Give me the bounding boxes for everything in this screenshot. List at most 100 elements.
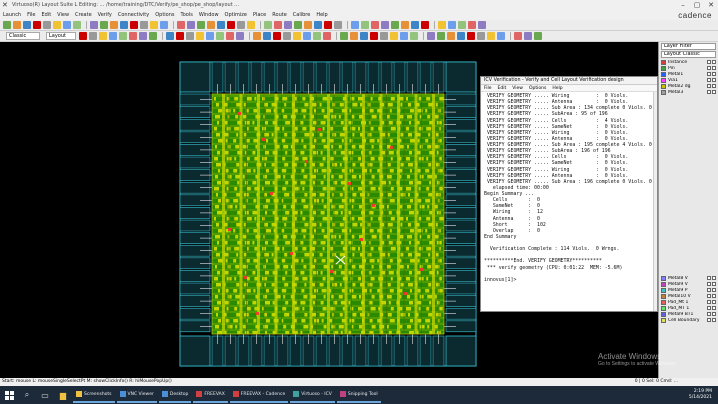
toolbar-tool-icon[interactable]: [196, 32, 204, 40]
toolbar-tool-icon[interactable]: [514, 32, 522, 40]
toolbar-tool-icon[interactable]: [293, 32, 301, 40]
taskbar-item-vnc[interactable]: VNC Viewer: [116, 387, 157, 403]
palette-mode-select[interactable]: Layout Classic: [661, 51, 716, 58]
toolbar-tool-icon[interactable]: [401, 21, 409, 29]
toolbar-tool-icon[interactable]: [237, 21, 245, 29]
toolbar-tool-icon[interactable]: [197, 21, 205, 29]
menu-file[interactable]: File: [24, 12, 38, 18]
toolbar-tool-icon[interactable]: [400, 32, 408, 40]
menu-view[interactable]: View: [54, 12, 72, 18]
toolbar-tool-icon[interactable]: [63, 21, 71, 29]
toolbar-tool-icon[interactable]: [421, 21, 429, 29]
toolbar-tool-icon[interactable]: [390, 32, 398, 40]
toolbar-tool-icon[interactable]: [361, 21, 369, 29]
toolbar-tool-icon[interactable]: [370, 32, 378, 40]
toolbar-tool-icon[interactable]: [186, 32, 194, 40]
toolbar-tool-icon[interactable]: [130, 21, 138, 29]
menu-place[interactable]: Place: [250, 12, 269, 18]
taskbar-item-screenshots[interactable]: Screenshots: [73, 387, 115, 403]
toolbar-tool-icon[interactable]: [263, 32, 271, 40]
toolbar-tool-icon[interactable]: [110, 21, 118, 29]
toolbar-tool-icon[interactable]: [448, 21, 456, 29]
toolbar-tool-icon[interactable]: [314, 21, 322, 29]
toolbar-tool-icon[interactable]: [90, 21, 98, 29]
toolbar-tool-icon[interactable]: [166, 32, 174, 40]
toolbar-tool-icon[interactable]: [149, 32, 157, 40]
palette-layer-row[interactable]: Cell Boundary: [661, 317, 716, 323]
maximize-button[interactable]: ▢: [690, 1, 704, 9]
log-menu-file[interactable]: File: [484, 85, 492, 91]
toolbar-tool-icon[interactable]: [23, 21, 31, 29]
layer-field[interactable]: Layout: [46, 32, 76, 40]
toolbar-tool-icon[interactable]: [53, 21, 61, 29]
toolbar-tool-icon[interactable]: [350, 32, 358, 40]
menu-launch[interactable]: Launch: [0, 12, 24, 18]
layer-filter-input[interactable]: Layer Filter: [661, 43, 716, 50]
toolbar-tool-icon[interactable]: [381, 21, 389, 29]
file-explorer-icon[interactable]: ▆: [56, 388, 70, 402]
toolbar-tool-icon[interactable]: [236, 32, 244, 40]
toolbar-tool-icon[interactable]: [79, 32, 87, 40]
toolbar-tool-icon[interactable]: [334, 21, 342, 29]
toolbar-tool-icon[interactable]: [447, 32, 455, 40]
toolbar-tool-icon[interactable]: [371, 21, 379, 29]
taskbar-item-snipping[interactable]: Snipping Tool: [336, 387, 381, 403]
toolbar-tool-icon[interactable]: [457, 32, 465, 40]
toolbar-tool-icon[interactable]: [33, 21, 41, 29]
toolbar-tool-icon[interactable]: [478, 21, 486, 29]
toolbar-tool-icon[interactable]: [487, 32, 495, 40]
toolbar-tool-icon[interactable]: [458, 21, 466, 29]
minimize-button[interactable]: –: [676, 1, 690, 9]
toolbar-tool-icon[interactable]: [109, 32, 117, 40]
toolbar-tool-icon[interactable]: [313, 32, 321, 40]
menu-help[interactable]: Help: [313, 12, 330, 18]
menu-connectivity[interactable]: Connectivity: [115, 12, 152, 18]
toolbar-tool-icon[interactable]: [3, 21, 11, 29]
toolbar-tool-icon[interactable]: [438, 21, 446, 29]
toolbar-tool-icon[interactable]: [13, 21, 21, 29]
toolbar-tool-icon[interactable]: [304, 21, 312, 29]
toolbar-tool-icon[interactable]: [99, 32, 107, 40]
toolbar-tool-icon[interactable]: [410, 32, 418, 40]
toolbar-tool-icon[interactable]: [247, 21, 255, 29]
log-menu-view[interactable]: View: [512, 85, 523, 91]
toolbar-tool-icon[interactable]: [360, 32, 368, 40]
toolbar-tool-icon[interactable]: [294, 21, 302, 29]
toolbar-tool-icon[interactable]: [177, 21, 185, 29]
toolbar-tool-icon[interactable]: [73, 21, 81, 29]
toolbar-tool-icon[interactable]: [468, 21, 476, 29]
log-text-area[interactable]: VERIFY GEOMETRY ..... Wiring : 0 Viols. …: [481, 92, 657, 311]
task-view-icon[interactable]: ▭: [38, 388, 52, 402]
taskbar-item-freevax-cadence[interactable]: FREEVAX - Cadence: [229, 387, 289, 403]
log-menu-help[interactable]: Help: [552, 85, 562, 91]
toolbar-tool-icon[interactable]: [274, 21, 282, 29]
start-button[interactable]: [0, 386, 18, 404]
log-scrollbar[interactable]: [653, 92, 657, 311]
toolbar-tool-icon[interactable]: [140, 21, 148, 29]
toolbar-tool-icon[interactable]: [467, 32, 475, 40]
toolbar-tool-icon[interactable]: [217, 21, 225, 29]
taskbar-item-freevax[interactable]: FREEVAX: [193, 387, 228, 403]
toolbar-tool-icon[interactable]: [324, 21, 332, 29]
menu-route[interactable]: Route: [269, 12, 290, 18]
toolbar-tool-icon[interactable]: [323, 32, 331, 40]
toolbar-tool-icon[interactable]: [160, 21, 168, 29]
toolbar-tool-icon[interactable]: [89, 32, 97, 40]
toolbar-tool-icon[interactable]: [477, 32, 485, 40]
log-menu-edit[interactable]: Edit: [498, 85, 507, 91]
toolbar-tool-icon[interactable]: [120, 21, 128, 29]
toolbar-tool-icon[interactable]: [524, 32, 532, 40]
menu-edit[interactable]: Edit: [38, 12, 54, 18]
toolbar-tool-icon[interactable]: [380, 32, 388, 40]
taskbar-item-desktop[interactable]: Desktop: [158, 387, 192, 403]
toolbar-tool-icon[interactable]: [273, 32, 281, 40]
menu-create[interactable]: Create: [72, 12, 95, 18]
menu-verify[interactable]: Verify: [95, 12, 115, 18]
toolbar-tool-icon[interactable]: [187, 21, 195, 29]
menu-options[interactable]: Options: [152, 12, 177, 18]
toolbar-tool-icon[interactable]: [206, 32, 214, 40]
search-icon[interactable]: ⌕: [20, 388, 34, 402]
toolbar-tool-icon[interactable]: [427, 32, 435, 40]
menu-window[interactable]: Window: [196, 12, 222, 18]
toolbar-tool-icon[interactable]: [129, 32, 137, 40]
